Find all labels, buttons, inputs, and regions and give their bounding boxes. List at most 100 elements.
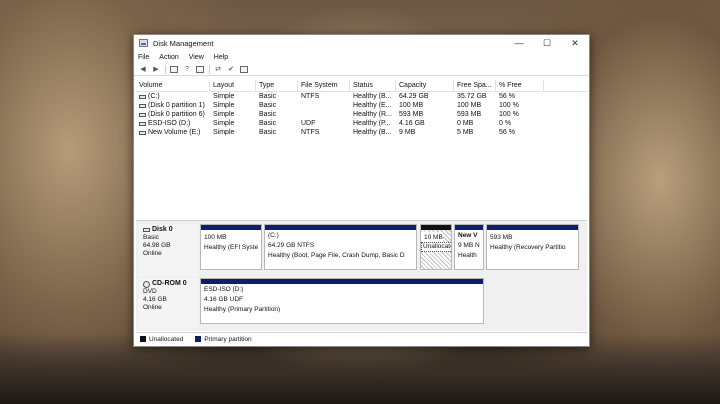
- volume-layout: Simple: [213, 129, 235, 136]
- volume-status: Healthy (E...: [353, 102, 392, 109]
- volume-capacity: 4.16 GB: [399, 120, 425, 127]
- help-icon[interactable]: ?: [182, 65, 192, 74]
- volume-free-space: 100 MB: [457, 102, 482, 109]
- volume-free-space: 35.72 GB: [457, 93, 487, 100]
- partition-recovery[interactable]: 593 MB Healthy (Recovery Partitio: [486, 224, 579, 270]
- column-header-type[interactable]: Type: [256, 80, 298, 91]
- hard-disk-icon: [143, 228, 150, 232]
- minimize-button[interactable]: —: [505, 35, 533, 51]
- table-row[interactable]: (Disk 0 partition 6) Simple Basic Health…: [136, 110, 587, 119]
- volume-icon: [139, 103, 146, 108]
- partition-size: 9 MB N: [458, 242, 480, 249]
- partition-status: Healthy (EFI Syste: [204, 244, 259, 251]
- volume-free-space: 5 MB: [457, 129, 474, 136]
- legend-primary-partition: Primary partition: [204, 335, 252, 343]
- volume-file-system: [298, 110, 350, 119]
- volume-file-system: NTFS: [301, 129, 320, 136]
- column-header-layout[interactable]: Layout: [210, 80, 256, 91]
- back-arrow-icon[interactable]: ◀: [138, 65, 148, 74]
- console-tree-icon[interactable]: [169, 65, 179, 74]
- disk-size: 64.98 GB: [143, 242, 171, 249]
- volume-icon: [139, 130, 146, 135]
- volume-status: Healthy (B...: [353, 129, 392, 136]
- column-header-volume[interactable]: Volume: [136, 80, 210, 91]
- volume-type: Basic: [259, 129, 277, 136]
- properties-icon[interactable]: [195, 65, 205, 74]
- partition-status: Unallocated: [421, 242, 451, 252]
- window-title: Disk Management: [153, 38, 214, 48]
- disk-0-label[interactable]: Disk 0 Basic 64.98 GB Online: [138, 224, 198, 276]
- disk-graphical-view: Disk 0 Basic 64.98 GB Online 100 MB Heal…: [136, 220, 587, 331]
- volume-type: Basic: [259, 111, 277, 118]
- disk-name: Disk 0: [152, 226, 173, 233]
- column-header-free-space[interactable]: Free Spa...: [454, 80, 496, 91]
- volume-type: Basic: [259, 93, 277, 100]
- disk-type: Basic: [143, 234, 159, 241]
- menu-help[interactable]: Help: [214, 54, 228, 61]
- table-row[interactable]: (Disk 0 partition 1) Simple Basic Health…: [136, 101, 587, 110]
- refresh-icon[interactable]: [239, 65, 249, 74]
- menu-bar: File Action View Help: [134, 51, 589, 63]
- toolbar: ◀ ▶ ? ⇄ ✔: [134, 63, 589, 76]
- volume-capacity: 9 MB: [399, 129, 416, 136]
- partition-status: Healthy (Boot, Page File, Crash Dump, Ba…: [268, 252, 405, 259]
- forward-arrow-icon[interactable]: ▶: [151, 65, 161, 74]
- column-header-percent-free[interactable]: % Free: [496, 80, 544, 91]
- partition-efi[interactable]: 100 MB Healthy (EFI Syste: [200, 224, 262, 270]
- volume-percent-free: 100 %: [499, 111, 519, 118]
- partition-unallocated[interactable]: 10 MB Unallocated: [420, 224, 452, 270]
- partition-size: 100 MB: [204, 234, 227, 241]
- menu-file[interactable]: File: [138, 54, 149, 61]
- volume-name: (Disk 0 partition 6): [148, 111, 205, 118]
- menu-view[interactable]: View: [189, 54, 204, 61]
- column-header-status[interactable]: Status: [350, 80, 396, 91]
- partition-size: 4.16 GB UDF: [204, 296, 244, 303]
- disk-size: 4.16 GB: [143, 296, 167, 303]
- volume-name: (Disk 0 partition 1): [148, 102, 205, 109]
- close-button[interactable]: ✕: [561, 35, 589, 51]
- partition-size: 593 MB: [490, 234, 513, 241]
- volume-name: (C:): [148, 93, 160, 100]
- toolbar-separator: [209, 64, 210, 74]
- disk-management-window: Disk Management — ☐ ✕ File Action View H…: [133, 34, 590, 347]
- cd-drive-icon: [143, 280, 150, 288]
- table-row[interactable]: (C:) Simple Basic NTFS Healthy (B... 64.…: [136, 92, 587, 101]
- partition-esd-iso[interactable]: ESD-ISO (D:) 4.16 GB UDF Healthy (Primar…: [200, 278, 484, 324]
- volume-file-system: [298, 101, 350, 110]
- volume-status: Healthy (P...: [353, 120, 391, 127]
- table-row[interactable]: ESD-ISO (D:) Simple Basic UDF Healthy (P…: [136, 119, 587, 128]
- cdrom-0-label[interactable]: CD-ROM 0 DVD 4.16 GB Online: [138, 278, 198, 328]
- menu-action[interactable]: Action: [159, 54, 178, 61]
- title-bar[interactable]: Disk Management — ☐ ✕: [134, 35, 589, 51]
- table-row[interactable]: New Volume (E:) Simple Basic NTFS Health…: [136, 128, 587, 137]
- volume-status: Healthy (B...: [353, 93, 392, 100]
- volume-name: ESD-ISO (D:): [148, 120, 191, 127]
- volume-free-space: 0 MB: [457, 120, 474, 127]
- column-header-file-system[interactable]: File System: [298, 80, 350, 91]
- volume-file-system: UDF: [301, 120, 316, 127]
- volume-icon: [139, 121, 146, 126]
- partition-c[interactable]: (C:) 64.29 GB NTFS Healthy (Boot, Page F…: [264, 224, 417, 270]
- partition-status: Health: [458, 252, 477, 259]
- partition-new-volume[interactable]: New V 9 MB N Health: [454, 224, 484, 270]
- volume-layout: Simple: [213, 102, 235, 109]
- volume-capacity: 593 MB: [399, 111, 424, 118]
- partition-title: New V: [458, 232, 478, 239]
- maximize-button[interactable]: ☐: [533, 35, 561, 51]
- checkmark-icon[interactable]: ✔: [226, 65, 236, 74]
- volume-capacity: 64.29 GB: [399, 93, 429, 100]
- disk-state: Online: [143, 250, 162, 257]
- toolbar-separator: [165, 64, 166, 74]
- volume-file-system: NTFS: [301, 93, 320, 100]
- volume-status: Healthy (R...: [353, 111, 392, 118]
- volume-percent-free: 0 %: [499, 120, 512, 127]
- partition-status: Healthy (Recovery Partitio: [490, 244, 566, 251]
- partition-title: (C:): [268, 232, 279, 239]
- disk-state: Online: [143, 304, 162, 311]
- partition-size: 64.29 GB NTFS: [268, 242, 315, 249]
- volume-name: New Volume (E:): [148, 129, 201, 136]
- column-header-capacity[interactable]: Capacity: [396, 80, 454, 91]
- legend-unallocated: Unallocated: [149, 335, 184, 343]
- volume-type: Basic: [259, 102, 277, 109]
- connect-drive-icon[interactable]: ⇄: [213, 65, 223, 74]
